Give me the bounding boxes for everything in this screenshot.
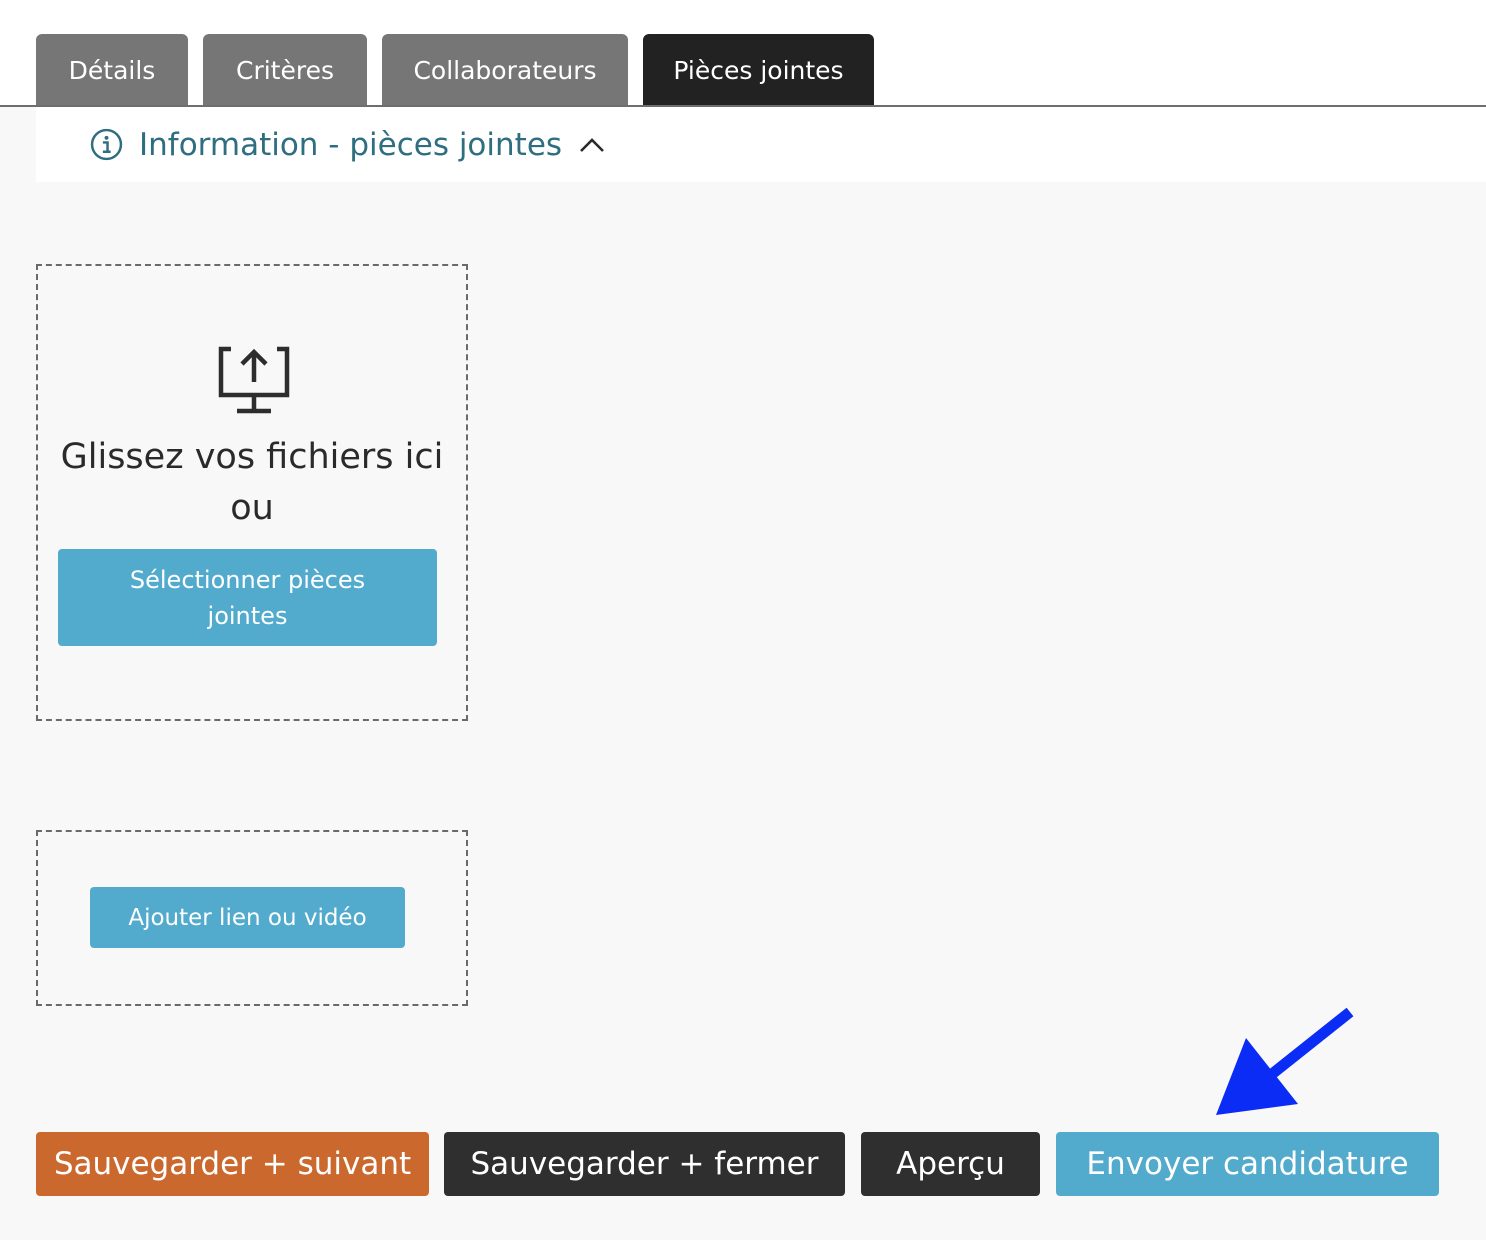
- tab-attachments[interactable]: Pièces jointes: [643, 34, 874, 106]
- tab-label: Critères: [236, 55, 334, 85]
- tab-label: Pièces jointes: [673, 55, 844, 85]
- tab-criteria[interactable]: Critères: [203, 34, 367, 106]
- dropzone-or: ou: [230, 488, 274, 528]
- info-panel-label: Information - pièces jointes: [139, 126, 563, 163]
- info-panel-toggle[interactable]: Information - pièces jointes: [36, 107, 1486, 182]
- preview-button[interactable]: Aperçu: [861, 1132, 1040, 1196]
- dropzone-instruction: Glissez vos fichiers ici: [60, 437, 444, 477]
- tab-label: Détails: [68, 55, 156, 85]
- file-dropzone[interactable]: Glissez vos fichiers ici ou Sélectionner…: [36, 264, 468, 721]
- info-circle-icon: [90, 128, 123, 161]
- chevron-up-icon: [578, 136, 606, 154]
- save-next-button[interactable]: Sauvegarder + suivant: [36, 1132, 429, 1196]
- select-attachments-button[interactable]: Sélectionner pièces jointes: [58, 549, 437, 646]
- add-link-video-button[interactable]: Ajouter lien ou vidéo: [90, 887, 405, 948]
- tab-bar: Détails Critères Collaborateurs Pièces j…: [36, 34, 874, 106]
- tab-label: Collaborateurs: [413, 55, 597, 85]
- upload-monitor-icon: [216, 344, 292, 420]
- arrow-icon: [1200, 1000, 1370, 1129]
- dropzone-text: Glissez vos fichiers ici ou: [38, 432, 466, 534]
- submit-application-button[interactable]: Envoyer candidature: [1056, 1132, 1439, 1196]
- save-close-button[interactable]: Sauvegarder + fermer: [444, 1132, 845, 1196]
- tab-details[interactable]: Détails: [36, 34, 188, 106]
- link-zone: Ajouter lien ou vidéo: [36, 830, 468, 1006]
- tab-collaborators[interactable]: Collaborateurs: [382, 34, 628, 106]
